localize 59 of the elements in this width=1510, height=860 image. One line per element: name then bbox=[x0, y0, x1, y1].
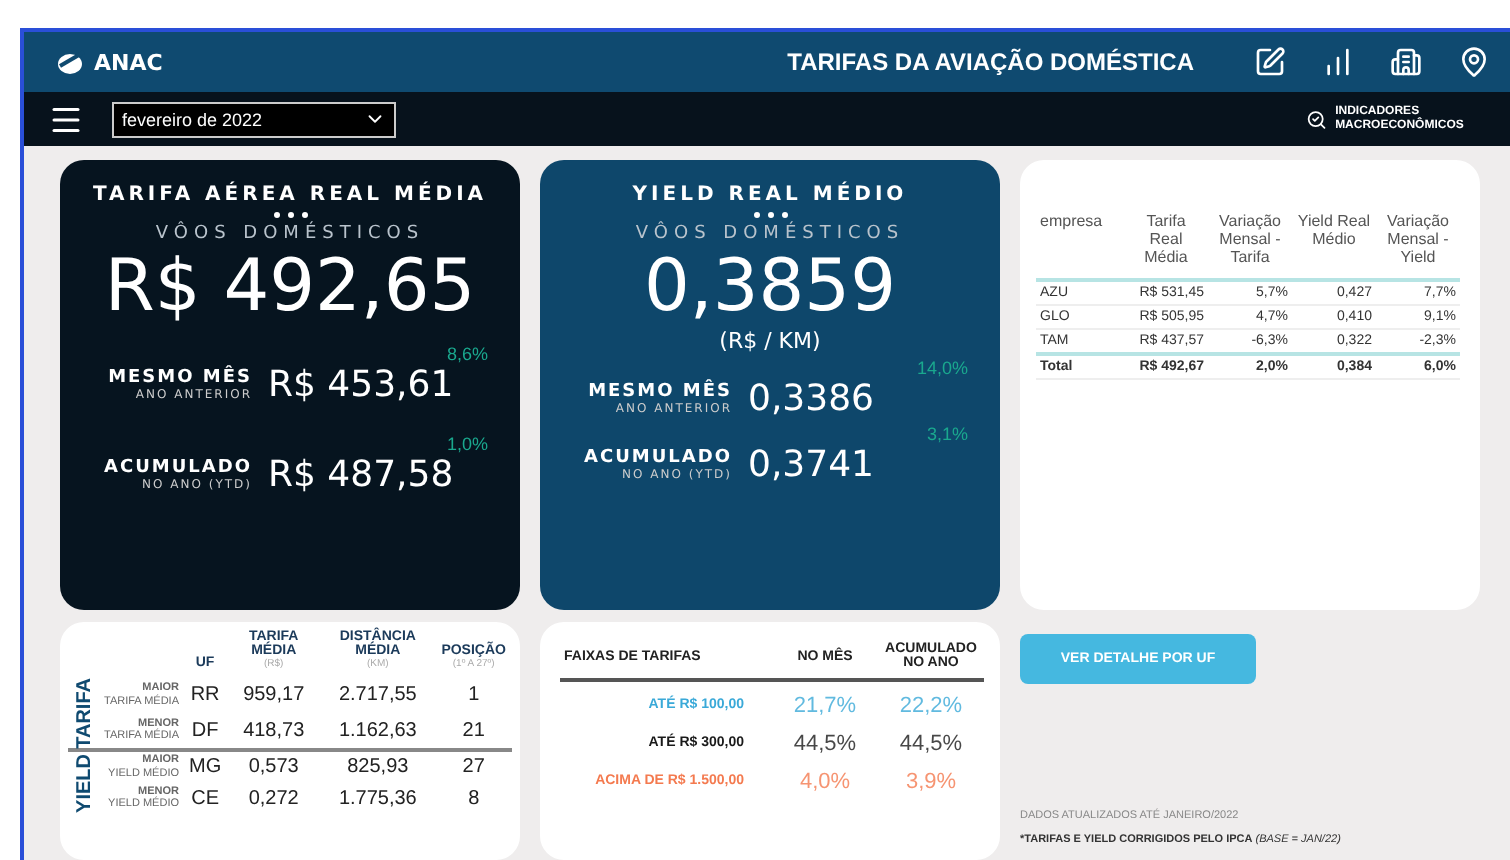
period-dropdown[interactable]: fevereiro de 2022 bbox=[112, 101, 396, 137]
map-icon[interactable] bbox=[1458, 46, 1490, 78]
table-cell: 418,73 bbox=[227, 713, 321, 751]
month-share: 4,0% bbox=[797, 768, 853, 796]
month-share: 21,7% bbox=[772, 680, 878, 720]
table-cell: DF bbox=[183, 713, 228, 751]
column-header: Variação Mensal - Tarifa bbox=[1208, 212, 1292, 280]
kpi-title: YIELD REAL MÉDIO bbox=[632, 184, 908, 206]
table-cell-text: CE bbox=[189, 785, 221, 814]
magnifier-icon bbox=[1306, 105, 1328, 133]
edit-icon[interactable] bbox=[1254, 46, 1286, 78]
column-header: Tarifa Real Média bbox=[1124, 212, 1208, 280]
change-percent: 14,0% bbox=[914, 357, 968, 378]
column-header: empresa bbox=[1036, 212, 1124, 280]
comparison-value: 0,3386 bbox=[748, 377, 876, 420]
column-header: Variação Mensal - Yield bbox=[1376, 212, 1460, 280]
logo: ANAC bbox=[56, 48, 163, 76]
table-cell: 27 bbox=[435, 750, 512, 784]
table-cell: MG bbox=[183, 750, 228, 784]
month-share: 44,5% bbox=[791, 730, 859, 758]
year-share: 3,9% bbox=[903, 768, 959, 796]
table-cell-text: 959,17 bbox=[241, 682, 307, 711]
comparison-label: ACUMULADO bbox=[584, 447, 732, 468]
table-cell: 21 bbox=[435, 713, 512, 751]
table-cell: 0,573 bbox=[227, 750, 321, 784]
dashboard-title: TARIFAS DA AVIAÇÃO DOMÉSTICA bbox=[787, 48, 1194, 76]
comparison-label: ACUMULADO bbox=[104, 457, 252, 478]
section-label: TARIFA bbox=[73, 678, 95, 749]
comparison-label: MESMO MÊS bbox=[108, 367, 252, 388]
dots-icon bbox=[753, 212, 787, 218]
year-share: 22,2% bbox=[878, 680, 984, 720]
comparison-value: 0,3741 bbox=[748, 443, 876, 486]
column-header: Yield Real Médio bbox=[1292, 212, 1376, 280]
comparison-value: R$ 487,58 bbox=[268, 453, 456, 496]
dots-icon bbox=[273, 212, 307, 218]
table-cell-text: 8 bbox=[466, 785, 482, 814]
change-percent: 8,6% bbox=[444, 343, 488, 364]
comparison-value: R$ 453,61 bbox=[268, 363, 456, 406]
bar-chart-icon[interactable] bbox=[1322, 46, 1354, 78]
section-label: YIELD bbox=[73, 753, 95, 813]
kpi-subtitle: VÔOS DOMÉSTICOS bbox=[635, 224, 905, 244]
change-percent: 3,1% bbox=[924, 423, 968, 444]
table-cell: 1.162,63 bbox=[320, 713, 436, 751]
table-cell-text: 1 bbox=[466, 682, 482, 711]
table-cell-text: RR bbox=[188, 682, 222, 711]
kpi-value: R$ 492,65 bbox=[104, 248, 476, 328]
kpi-title: TARIFA AÉREA REAL MÉDIA bbox=[92, 184, 488, 206]
building-icon[interactable] bbox=[1390, 46, 1422, 78]
kpi-unit: (R$ / KM) bbox=[719, 327, 821, 354]
table-cell-text: 2.717,55 bbox=[336, 682, 419, 711]
kpi-value: 0,3859 bbox=[644, 248, 896, 328]
logo-icon bbox=[56, 48, 88, 76]
kpi-subtitle: VÔOS DOMÉSTICOS bbox=[155, 224, 425, 244]
year-share: 44,5% bbox=[897, 730, 965, 758]
change-percent: 1,0% bbox=[444, 433, 488, 454]
table-cell-text: 1.775,36 bbox=[336, 785, 419, 814]
table-cell-text: 0,272 bbox=[246, 785, 301, 814]
comparison-label: MESMO MÊS bbox=[588, 381, 732, 402]
table-cell: 825,93 bbox=[320, 750, 436, 784]
